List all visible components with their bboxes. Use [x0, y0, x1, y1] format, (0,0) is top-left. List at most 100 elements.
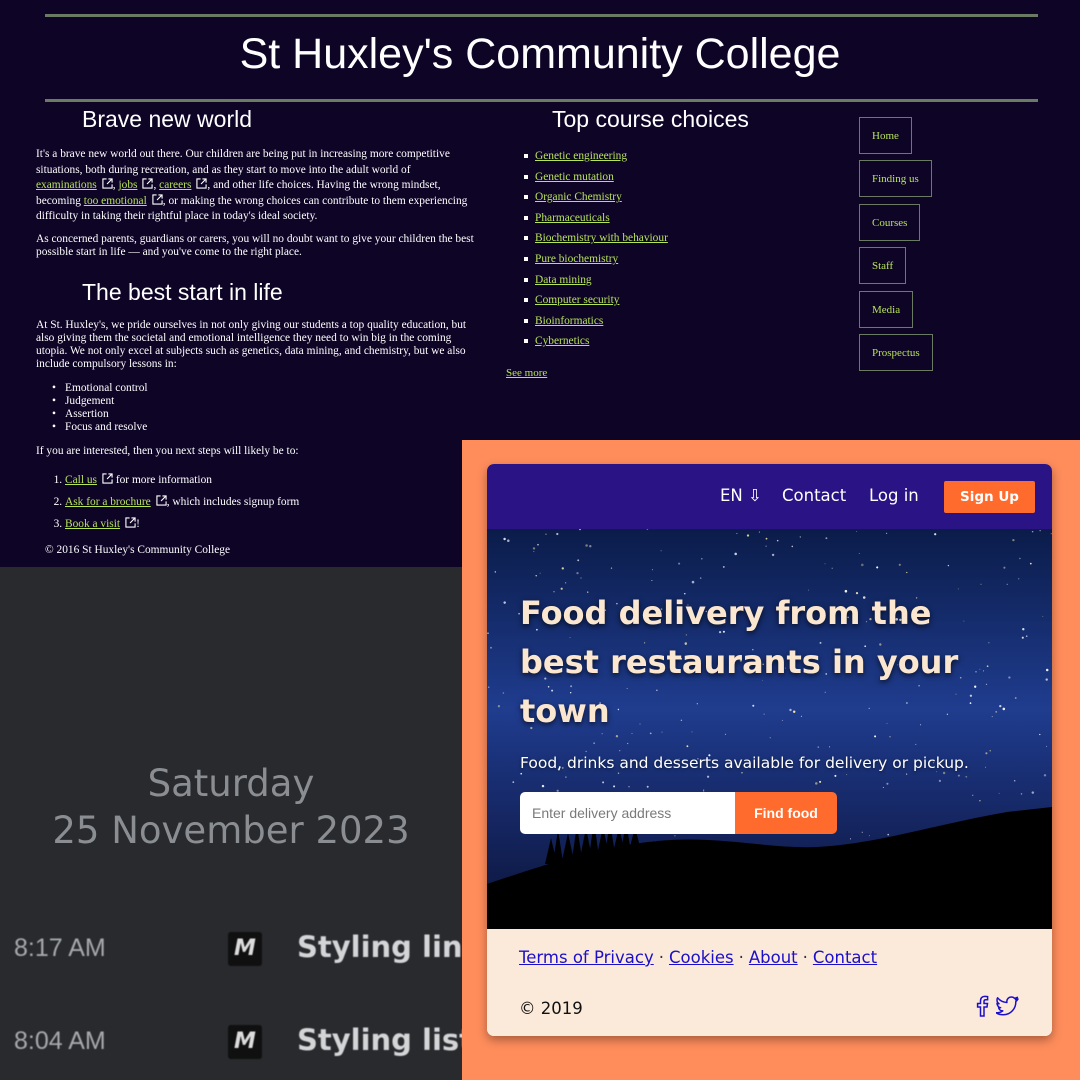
intro-text-1: It's a brave new world out there. Our ch…: [36, 148, 450, 176]
courses-list: Genetic engineering Genetic mutation Org…: [524, 150, 668, 356]
list-item: Organic Chemistry: [524, 191, 668, 212]
list-item: Book a visit!: [65, 517, 474, 531]
cookies-link[interactable]: Cookies: [669, 948, 734, 967]
site-favicon-icon: M: [228, 1025, 262, 1059]
top-divider: [45, 14, 1038, 17]
parents-paragraph: As concerned parents, guardians or carer…: [36, 232, 474, 258]
hero-subtitle: Food, drinks and desserts available for …: [520, 754, 969, 772]
nav-media-button[interactable]: Media: [859, 291, 914, 328]
careers-link[interactable]: careers: [159, 179, 191, 191]
step-text: , which includes signup form: [166, 496, 300, 508]
twitter-icon[interactable]: [996, 995, 1020, 1017]
list-item: Computer security: [524, 294, 668, 315]
list-item: Pharmaceuticals: [524, 212, 668, 233]
history-title[interactable]: Styling lists -: [297, 1023, 462, 1057]
delivery-address-input[interactable]: [520, 792, 735, 834]
list-item: Focus and resolve: [36, 421, 474, 434]
external-link-icon: [156, 495, 167, 506]
list-item: Judgement: [36, 395, 474, 408]
examinations-link[interactable]: examinations: [36, 179, 97, 191]
course-link[interactable]: Genetic mutation: [535, 171, 614, 183]
course-link[interactable]: Organic Chemistry: [535, 191, 622, 203]
login-link[interactable]: Log in: [869, 486, 919, 505]
about-link[interactable]: About: [749, 948, 798, 967]
intro-section: It's a brave new world out there. Our ch…: [36, 147, 474, 267]
course-link[interactable]: Pharmaceuticals: [535, 212, 610, 224]
see-more-link[interactable]: See more: [506, 367, 547, 379]
separator: ·: [802, 948, 808, 967]
site-title: St Huxley's Community College: [239, 30, 841, 78]
history-title[interactable]: Styling links: [297, 930, 462, 964]
hero-section: Food delivery from the best restaurants …: [487, 529, 1052, 929]
call-us-link[interactable]: Call us: [65, 474, 97, 486]
day-label: Saturday: [147, 762, 315, 805]
food-footer: Terms of Privacy · Cookies · About · Contact ©…: [487, 929, 1052, 1036]
history-row[interactable]: 8:17 AM M Styling links: [0, 928, 462, 968]
facebook-icon[interactable]: [975, 995, 989, 1017]
food-delivery-card: EN ⇩ Contact Log in Sign Up Food deliver…: [487, 464, 1052, 1036]
food-navbar: EN ⇩ Contact Log in Sign Up: [487, 464, 1052, 529]
lessons-list: Emotional control Judgement Assertion Fo…: [36, 382, 474, 434]
nav-courses-button[interactable]: Courses: [859, 204, 921, 241]
separator: ·: [738, 948, 744, 967]
list-item: Assertion: [36, 408, 474, 421]
course-link[interactable]: Cybernetics: [535, 335, 589, 347]
intro-paragraph: It's a brave new world out there. Our ch…: [36, 148, 468, 222]
brave-heading: Brave new world: [82, 106, 253, 132]
footer-contact-link[interactable]: Contact: [813, 948, 877, 967]
course-link[interactable]: Computer security: [535, 294, 619, 306]
list-item: Call us for more information: [65, 473, 474, 487]
best-start-heading: The best start in life: [82, 279, 283, 305]
history-row[interactable]: 8:04 AM M Styling lists -: [0, 1021, 462, 1061]
nav-prospectus-button[interactable]: Prospectus: [859, 334, 933, 371]
clock-history-panel: Saturday 25 November 2023 8:17 AM M Styl…: [0, 567, 462, 1080]
sign-up-button[interactable]: Sign Up: [944, 481, 1035, 513]
contact-link[interactable]: Contact: [782, 486, 846, 505]
course-link[interactable]: Biochemistry with behaviour: [535, 232, 668, 244]
date-label: 25 November 2023: [52, 809, 410, 852]
footer-links: Terms of Privacy · Cookies · About · Contact: [519, 948, 877, 967]
list-item: Cybernetics: [524, 335, 668, 356]
list-item: Ask for a brochure , which includes signu…: [65, 495, 474, 509]
college-footer: © 2016 St Huxley's Community College: [45, 544, 231, 556]
list-item: Bioinformatics: [524, 315, 668, 336]
list-item: Emotional control: [36, 382, 474, 395]
list-item: Biochemistry with behaviour: [524, 232, 668, 253]
history-time: 8:04 AM: [14, 1027, 106, 1055]
nav-staff-button[interactable]: Staff: [859, 247, 907, 284]
header-divider: [45, 99, 1038, 102]
best-start-section: At St. Huxley's, we pride ourselves in n…: [36, 319, 474, 539]
find-food-button[interactable]: Find food: [735, 792, 837, 834]
course-link[interactable]: Data mining: [535, 274, 592, 286]
food-delivery-panel: EN ⇩ Contact Log in Sign Up Food deliver…: [462, 440, 1080, 1080]
separator: ·: [658, 948, 664, 967]
too-emotional-link[interactable]: too emotional: [84, 195, 147, 207]
best-start-paragraph: At St. Huxley's, we pride ourselves in n…: [36, 319, 467, 370]
nav-finding-us-button[interactable]: Finding us: [859, 160, 932, 197]
nav-home-button[interactable]: Home: [859, 117, 912, 154]
brochure-link[interactable]: Ask for a brochure: [65, 496, 151, 508]
external-link-icon: [152, 193, 163, 205]
next-steps-list: Call us for more information Ask for a b…: [36, 473, 474, 531]
site-favicon-icon: M: [228, 932, 262, 966]
list-item: Genetic engineering: [524, 150, 668, 171]
book-visit-link[interactable]: Book a visit: [65, 518, 120, 530]
language-selector[interactable]: EN ⇩: [720, 486, 762, 505]
course-link[interactable]: Genetic engineering: [535, 150, 627, 162]
copyright: © 2019: [519, 999, 583, 1018]
external-link-icon: [125, 517, 136, 528]
external-link-icon: [102, 473, 113, 484]
next-steps-intro: If you are interested, then you next ste…: [36, 445, 299, 457]
external-link-icon: [142, 178, 154, 189]
list-item: Genetic mutation: [524, 171, 668, 192]
external-link-icon: [102, 178, 113, 189]
step-text: !: [136, 518, 140, 530]
course-link[interactable]: Bioinformatics: [535, 315, 603, 327]
hero-headline: Food delivery from the best restaurants …: [520, 594, 959, 730]
course-link[interactable]: Pure biochemistry: [535, 253, 618, 265]
jobs-link[interactable]: jobs: [118, 179, 137, 191]
courses-heading: Top course choices: [552, 106, 749, 132]
list-item: Pure biochemistry: [524, 253, 668, 274]
history-time: 8:17 AM: [14, 934, 106, 962]
terms-of-privacy-link[interactable]: Terms of Privacy: [519, 948, 654, 967]
